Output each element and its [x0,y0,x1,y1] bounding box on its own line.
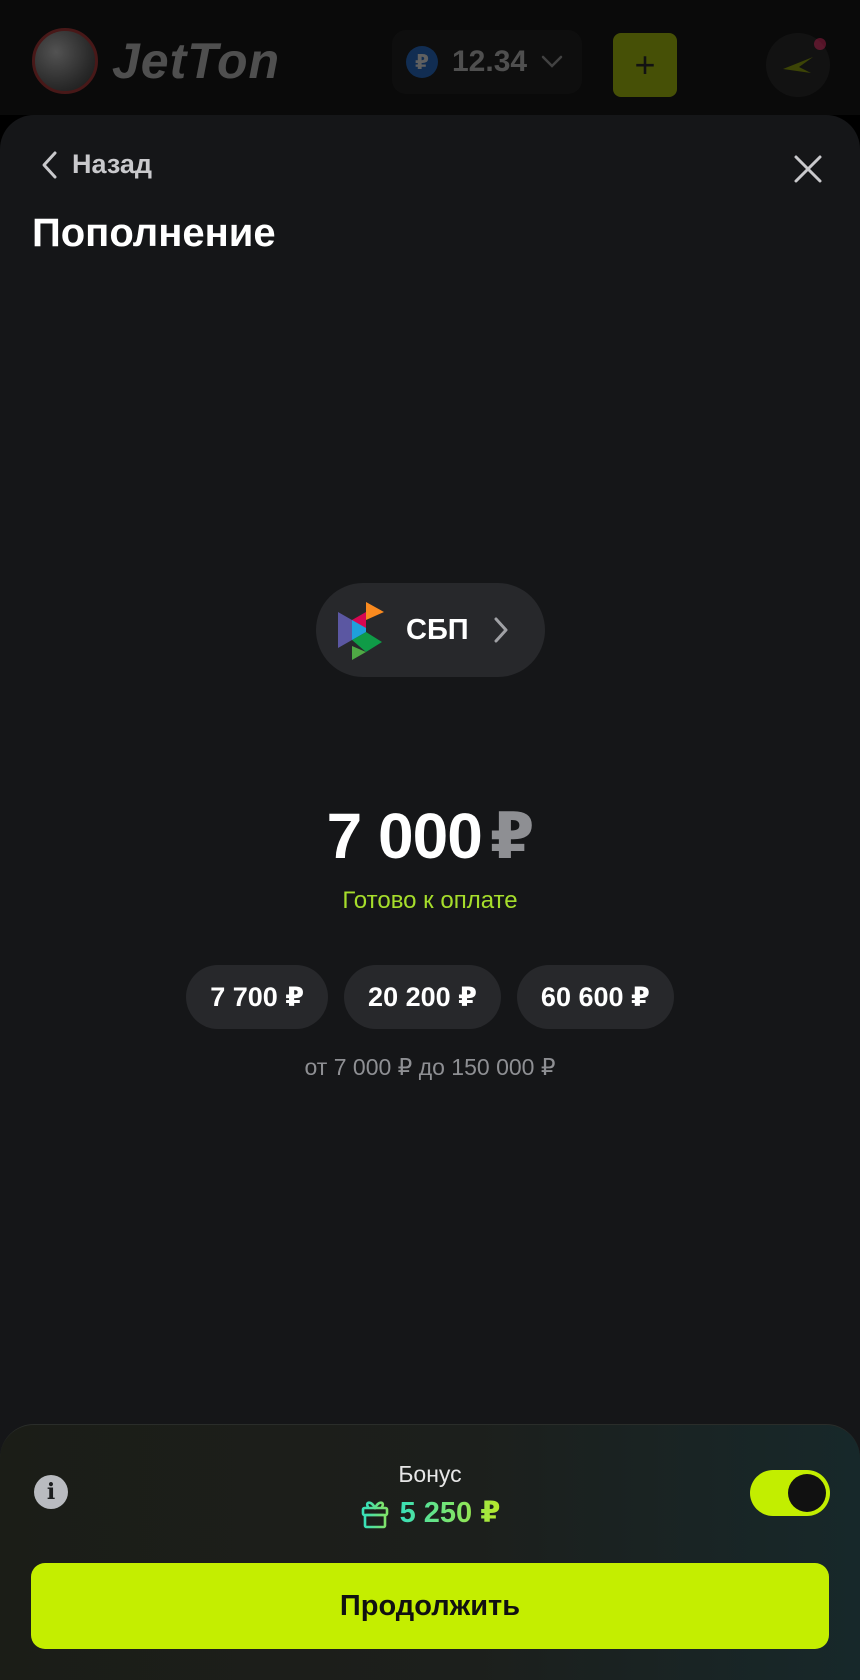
back-button[interactable]: Назад [40,149,152,180]
logo-ball-icon [32,28,98,94]
amount-range-hint: от 7 000 ₽ до 150 000 ₽ [304,1054,556,1080]
continue-button[interactable]: Продолжить [31,1563,829,1649]
chevron-down-icon [541,49,563,75]
logo: JetTon [32,28,280,94]
close-icon[interactable] [790,151,826,187]
bonus-toggle[interactable] [750,1470,830,1516]
chevron-right-icon [494,617,508,643]
sbp-logo-icon [338,602,384,660]
logo-text: JetTon [112,33,281,89]
back-label: Назад [72,149,153,179]
payment-method-selector[interactable]: СБП [316,583,545,677]
amount-currency: ₽ [489,800,535,872]
toggle-knob [788,1474,826,1512]
bonus-amount: 5 250 ₽ [399,1497,501,1529]
bonus-panel: i Бонус 5 250 ₽ Продолжить [0,1424,860,1680]
top-app-bar: JetTon ₽ 12.34 + [0,0,860,115]
bonus-label: Бонус [398,1461,462,1487]
gift-icon [361,1500,388,1528]
quick-amount-chip[interactable]: 20 200 ₽ [344,965,501,1029]
chevron-left-icon [42,151,57,178]
amount-display[interactable]: 7 000 ₽ [0,799,860,874]
jet-icon [783,57,813,73]
ruble-icon: ₽ [406,46,438,78]
balance-selector[interactable]: ₽ 12.34 [392,30,582,94]
quick-amounts: 7 700 ₽ 20 200 ₽ 60 600 ₽ [0,965,860,1029]
quick-amount-chip[interactable]: 7 700 ₽ [186,965,329,1029]
quick-amount-chip[interactable]: 60 600 ₽ [516,965,674,1029]
payment-status: Готово к оплате [342,887,518,914]
deposit-plus-button[interactable]: + [613,33,677,97]
notification-dot [814,38,826,50]
bonus-value: 5 250 ₽ [0,1495,860,1530]
page-title: Пополнение [32,211,276,255]
amount-value: 7 000 [326,800,483,872]
balance-amount: 12.34 [452,45,528,78]
payment-method-label: СБП [406,613,469,646]
